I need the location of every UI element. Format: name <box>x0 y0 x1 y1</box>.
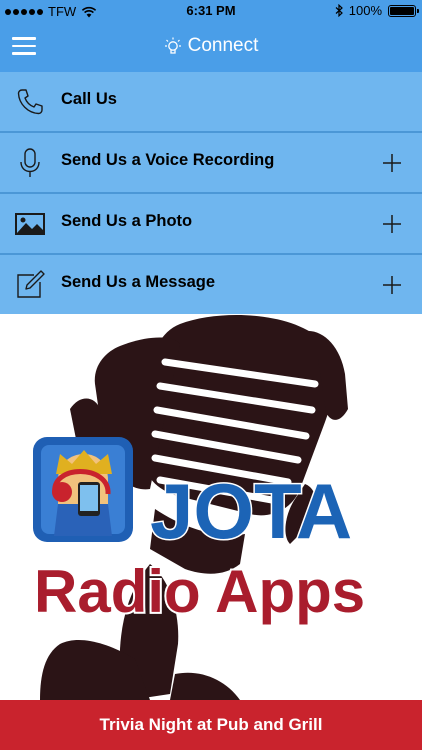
jota-app-icon <box>33 437 133 542</box>
expand-plus-icon[interactable] <box>382 214 402 234</box>
message-row[interactable]: Send Us a Message <box>0 255 422 316</box>
microphone-icon <box>20 148 40 177</box>
status-bar: TFW 6:31 PM 100% <box>0 0 422 22</box>
battery-icon <box>388 4 419 17</box>
promo-banner[interactable]: Trivia Night at Pub and Grill <box>0 700 422 750</box>
promo-banner-text: Trivia Night at Pub and Grill <box>99 715 323 734</box>
nav-bar: Connect <box>0 22 422 72</box>
page-title-text: Connect <box>187 35 259 56</box>
voice-recording-row[interactable]: Send Us a Voice Recording <box>0 133 422 194</box>
status-right: 100% <box>335 3 419 18</box>
brand-text: JOTA <box>150 467 352 555</box>
photo-label: Send Us a Photo <box>61 212 193 230</box>
bluetooth-icon <box>335 4 343 17</box>
action-list: Call Us Send Us a Voice Recording Send U… <box>0 72 422 316</box>
tagline-text: Radio Apps <box>34 558 365 625</box>
photo-icon <box>15 213 45 235</box>
voice-recording-label: Send Us a Voice Recording <box>61 151 275 169</box>
photo-row[interactable]: Send Us a Photo <box>0 194 422 255</box>
expand-plus-icon[interactable] <box>382 153 402 173</box>
page-title: Connect <box>0 35 422 57</box>
lightbulb-icon <box>164 37 181 54</box>
battery-percent: 100% <box>348 3 382 18</box>
hero-image: JOTA Radio Apps <box>0 314 422 700</box>
call-us-row[interactable]: Call Us <box>0 72 422 133</box>
call-us-label: Call Us <box>61 90 117 108</box>
hero-graphic: JOTA Radio Apps <box>32 315 367 700</box>
message-label: Send Us a Message <box>61 273 216 291</box>
compose-icon <box>17 270 45 298</box>
phone-icon <box>17 89 43 115</box>
expand-plus-icon[interactable] <box>382 275 402 295</box>
